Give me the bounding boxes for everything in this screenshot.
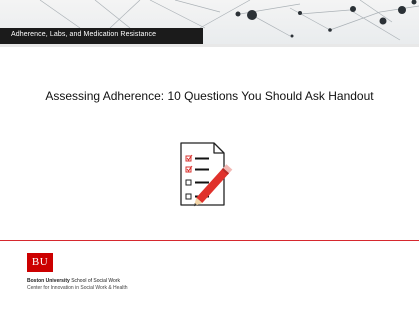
bu-logo: BU (27, 253, 53, 272)
center-name: Center for Innovation in Social Work & H… (27, 285, 128, 291)
slide-title: Assessing Adherence: 10 Questions You Sh… (45, 89, 374, 103)
footer-rule (0, 240, 419, 241)
checklist-with-pencil-icon (178, 142, 248, 213)
school-name: School of Social Work (71, 278, 121, 284)
section-title: Adherence, Labs, and Medication Resistan… (11, 31, 157, 38)
university-name-line: Boston University School of Social Work (27, 278, 120, 284)
header-divider (0, 44, 419, 47)
university-name: Boston University (27, 278, 70, 284)
